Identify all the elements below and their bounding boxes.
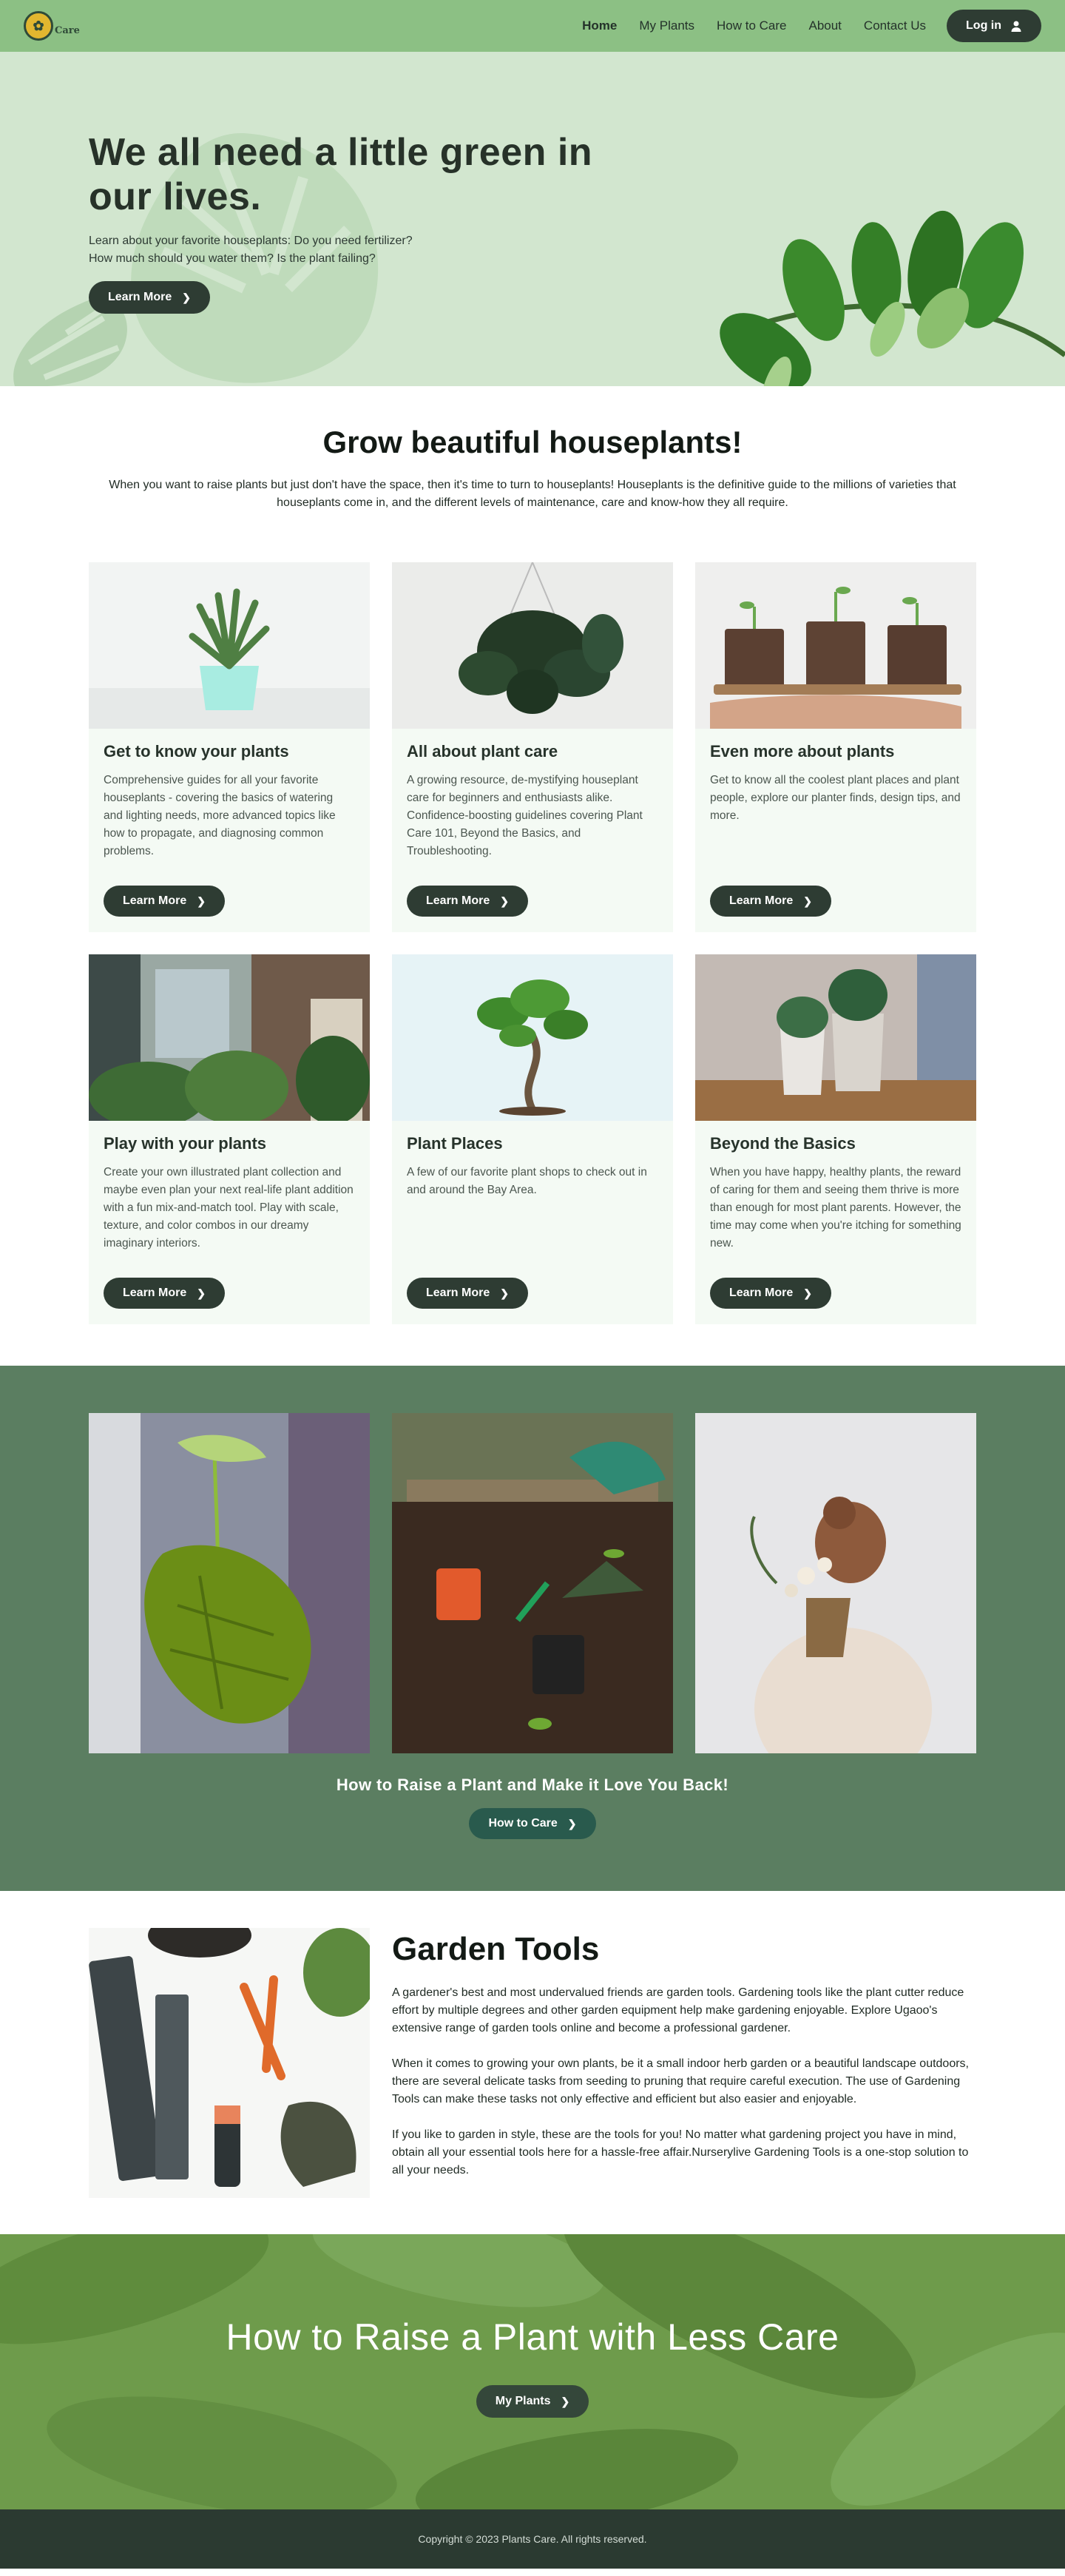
- nav-links: Home My Plants How to Care About Contact…: [582, 18, 926, 33]
- cta-title: How to Raise a Plant with Less Care: [226, 2316, 839, 2358]
- card-text: Comprehensive guides for all your favori…: [104, 774, 336, 857]
- card-play-with-plants: Play with your plants Create your own il…: [89, 954, 370, 1324]
- woman-with-flowers-image: [695, 1413, 976, 1753]
- garden-tools-section: Garden Tools A gardener's best and most …: [0, 1891, 1065, 2234]
- gallery-images: [89, 1413, 976, 1753]
- card-text: Get to know all the coolest plant places…: [710, 774, 961, 822]
- hanging-plant-image: [392, 562, 673, 729]
- card-title: Beyond the Basics: [710, 1134, 856, 1153]
- my-plants-label: My Plants: [495, 2395, 551, 2407]
- cta-content: How to Raise a Plant with Less Care My P…: [0, 2234, 1065, 2418]
- intro-text: When you want to raise plants but just d…: [109, 479, 956, 509]
- nav-link-home[interactable]: Home: [582, 18, 617, 33]
- intro-title: Grow beautiful houseplants!: [322, 425, 743, 459]
- garden-tools-paragraph: When it comes to growing your own plants…: [392, 2057, 969, 2105]
- chevron-right-icon: ❯: [803, 1287, 812, 1299]
- chevron-right-icon: ❯: [182, 291, 191, 303]
- card-title: Plant Places: [407, 1134, 503, 1153]
- card-text: A growing resource, de-mystifying housep…: [407, 774, 643, 857]
- garden-tools-paragraph: If you like to garden in style, these ar…: [392, 2128, 969, 2177]
- cta-section: How to Raise a Plant with Less Care My P…: [0, 2234, 1065, 2509]
- aloe-pot-image: [89, 562, 370, 729]
- card-learn-more-button[interactable]: Learn More ❯: [407, 886, 528, 917]
- hero-title: We all need a little green in our lives.: [89, 131, 593, 218]
- chevron-right-icon: ❯: [561, 2395, 570, 2407]
- card-button-label: Learn More: [426, 894, 490, 907]
- card-button-label: Learn More: [729, 1287, 794, 1299]
- chevron-right-icon: ❯: [803, 894, 812, 907]
- card-learn-more-button[interactable]: Learn More ❯: [710, 1278, 831, 1309]
- card-button-label: Learn More: [123, 1287, 187, 1299]
- card-title: All about plant care: [407, 742, 558, 761]
- seedling-pots-image: [695, 562, 976, 729]
- chevron-right-icon: ❯: [197, 894, 206, 907]
- card-title: Get to know your plants: [104, 742, 289, 761]
- card-get-to-know: Get to know your plants Comprehensive gu…: [89, 562, 370, 932]
- card-learn-more-button[interactable]: Learn More ❯: [104, 1278, 225, 1309]
- intro-section: Grow beautiful houseplants! When you wan…: [0, 386, 1065, 512]
- plant-shop-image: [89, 954, 370, 1121]
- nav-link-about[interactable]: About: [808, 18, 841, 33]
- gallery-section: How to Raise a Plant and Make it Love Yo…: [0, 1366, 1065, 1891]
- card-title: Even more about plants: [710, 742, 895, 761]
- nav-link-how-to-care[interactable]: How to Care: [717, 18, 786, 33]
- card-plant-places: Plant Places A few of our favorite plant…: [392, 954, 673, 1324]
- card-button-label: Learn More: [123, 894, 187, 907]
- my-plants-button[interactable]: My Plants ❯: [476, 2385, 589, 2418]
- footer: Copyright © 2023 Plants Care. All rights…: [0, 2509, 1065, 2569]
- hero-section: We all need a little green in our lives.…: [0, 52, 1065, 386]
- hero-text: Learn about your favorite houseplants: D…: [89, 235, 413, 265]
- garden-tools-title: Garden Tools: [392, 1931, 600, 1967]
- hero-learn-more-label: Learn More: [108, 291, 172, 303]
- chevron-right-icon: ❯: [500, 894, 509, 907]
- card-grid-row-1: Get to know your plants Comprehensive gu…: [0, 512, 1065, 932]
- card-button-label: Learn More: [426, 1287, 490, 1299]
- hero-content: We all need a little green in our lives.…: [89, 130, 621, 314]
- user-icon: [1011, 21, 1021, 32]
- card-more-about-plants: Even more about plants Get to know all t…: [695, 562, 976, 932]
- chevron-right-icon: ❯: [500, 1287, 509, 1299]
- card-button-label: Learn More: [729, 894, 794, 907]
- garden-tools-image: [89, 1928, 370, 2198]
- logo[interactable]: ✿ Care: [24, 11, 80, 41]
- card-grid-row-2: Play with your plants Create your own il…: [0, 932, 1065, 1324]
- card-learn-more-button[interactable]: Learn More ❯: [710, 886, 831, 917]
- garden-bed-planting-image: [392, 1413, 673, 1753]
- card-plant-care: All about plant care A growing resource,…: [392, 562, 673, 932]
- nav-link-my-plants[interactable]: My Plants: [639, 18, 694, 33]
- logo-pot-icon: ✿: [24, 11, 53, 41]
- bonsai-image: [392, 954, 673, 1121]
- hero-learn-more-button[interactable]: Learn More ❯: [89, 281, 210, 314]
- card-text: Create your own illustrated plant collec…: [104, 1166, 354, 1250]
- monstera-leaf-image: [89, 1413, 370, 1753]
- garden-tools-text: Garden Tools A gardener's best and most …: [392, 1928, 976, 2234]
- login-button[interactable]: Log in: [947, 10, 1041, 42]
- card-learn-more-button[interactable]: Learn More ❯: [407, 1278, 528, 1309]
- card-text: When you have happy, healthy plants, the…: [710, 1166, 961, 1250]
- how-to-care-button[interactable]: How to Care ❯: [469, 1808, 596, 1839]
- how-to-care-label: How to Care: [488, 1817, 558, 1830]
- gallery-caption: How to Raise a Plant and Make it Love Yo…: [336, 1776, 729, 1794]
- chevron-right-icon: ❯: [197, 1287, 206, 1299]
- nav-link-contact-us[interactable]: Contact Us: [864, 18, 926, 33]
- zz-plant-branch-image: [720, 210, 1065, 386]
- top-navbar: ✿ Care Home My Plants How to Care About …: [0, 0, 1065, 52]
- succulent-pots-image: [695, 954, 976, 1121]
- card-beyond-basics: Beyond the Basics When you have happy, h…: [695, 954, 976, 1324]
- copyright-text: Copyright © 2023 Plants Care. All rights…: [418, 2533, 647, 2545]
- card-text: A few of our favorite plant shops to che…: [407, 1166, 647, 1196]
- garden-tools-paragraph: A gardener's best and most undervalued f…: [392, 1986, 964, 2034]
- logo-text: Care: [55, 24, 80, 36]
- card-learn-more-button[interactable]: Learn More ❯: [104, 886, 225, 917]
- login-button-label: Log in: [966, 19, 1001, 32]
- card-title: Play with your plants: [104, 1134, 267, 1153]
- chevron-right-icon: ❯: [567, 1817, 577, 1830]
